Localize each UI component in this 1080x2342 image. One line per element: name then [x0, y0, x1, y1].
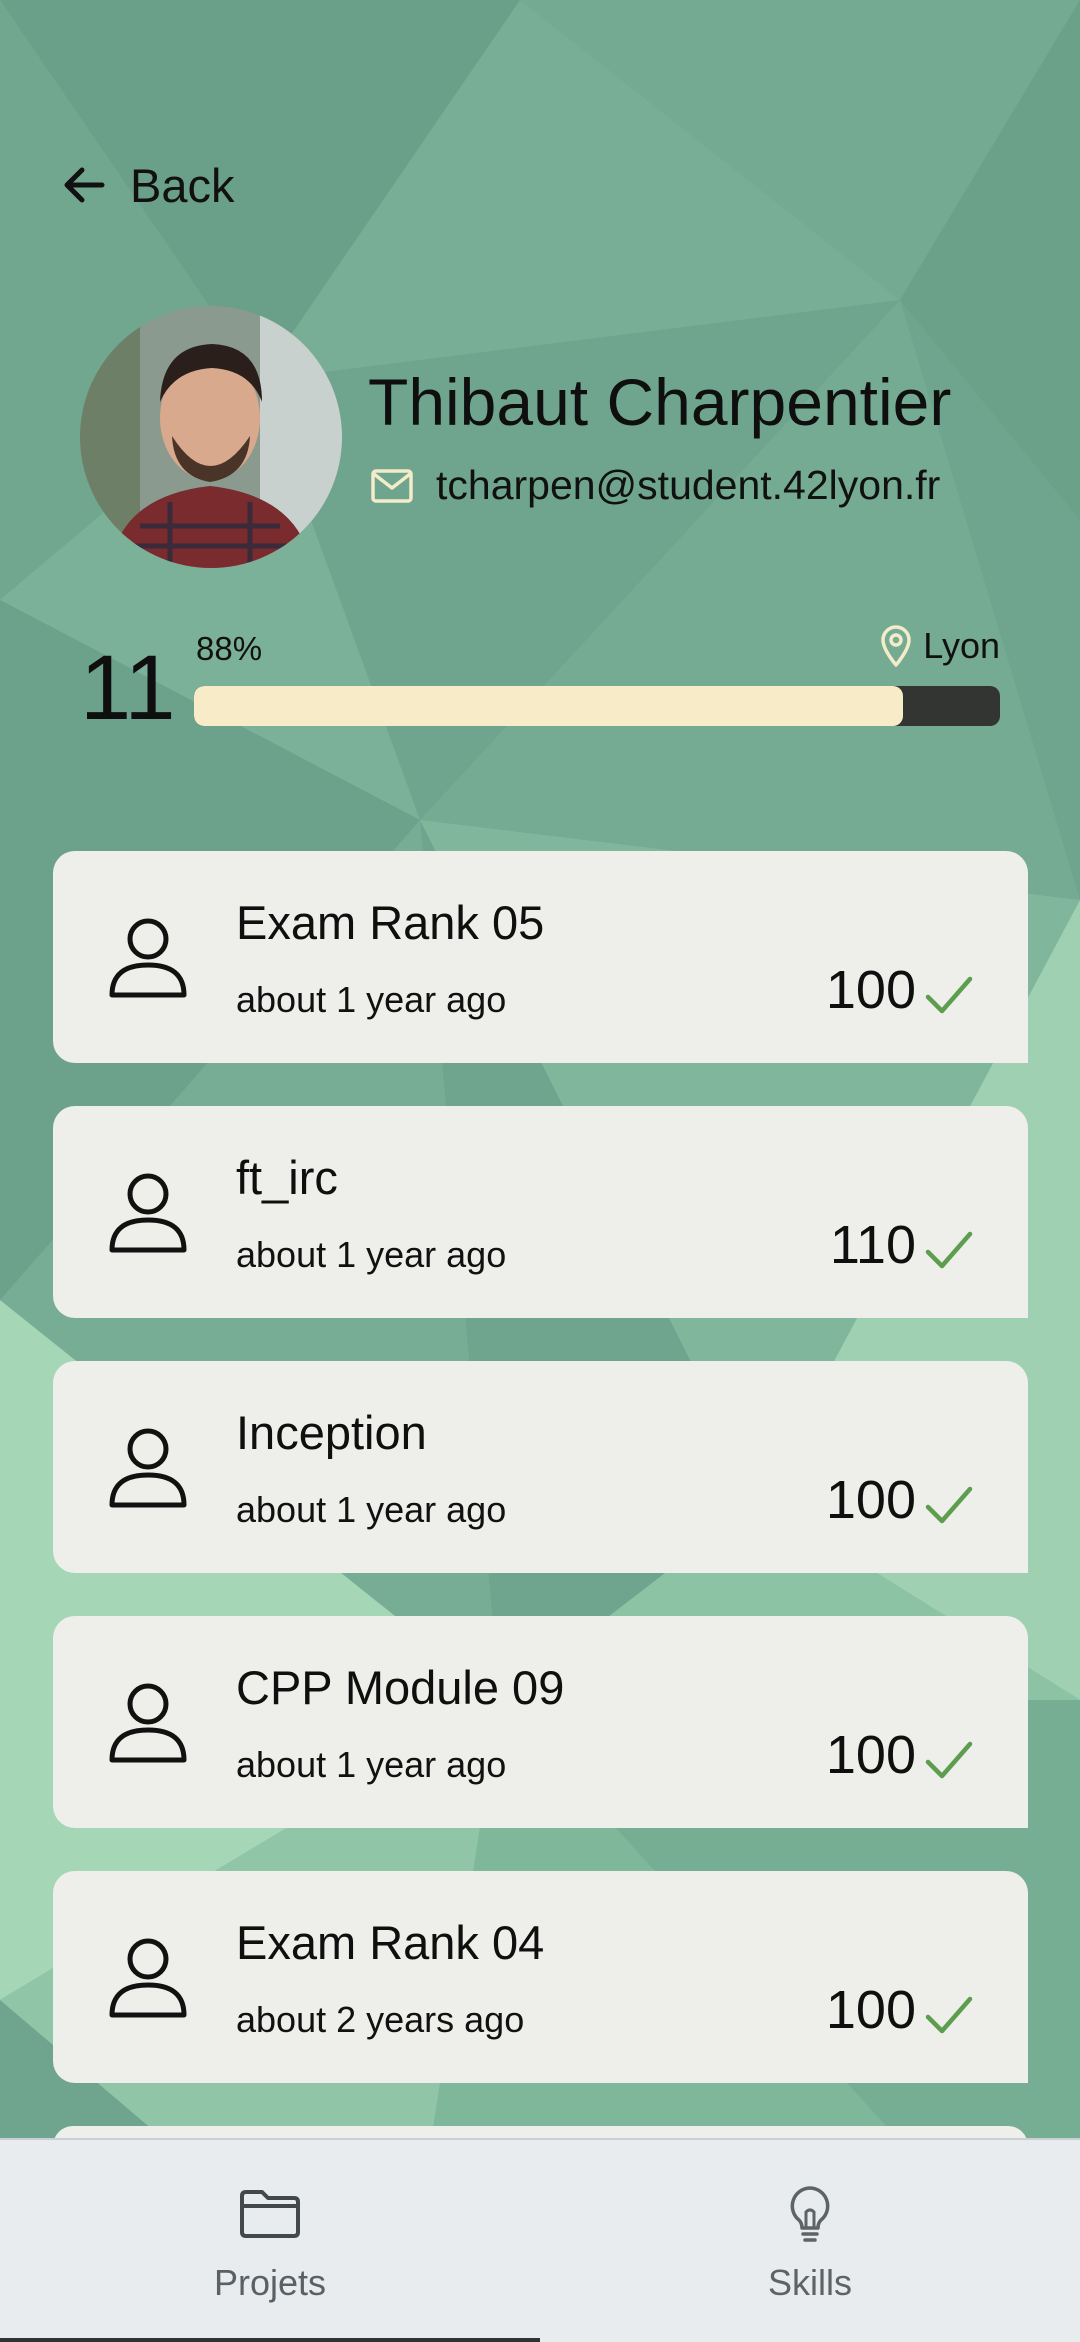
back-button[interactable]: Back [58, 152, 235, 218]
tab-projets[interactable]: Projets [0, 2140, 540, 2342]
user-icon [109, 918, 187, 998]
project-title: Exam Rank 05 [236, 896, 545, 949]
project-time: about 1 year ago [236, 1744, 507, 1785]
check-icon [925, 976, 973, 1014]
profile-email: tcharpen@student.42lyon.fr [436, 462, 941, 508]
check-icon [925, 1231, 973, 1269]
level-progress-bar [194, 686, 1000, 726]
project-score: 110 [829, 1215, 916, 1275]
folder-icon [240, 2190, 300, 2238]
avatar [80, 306, 342, 568]
location-label: Lyon [923, 625, 1000, 666]
project-time: about 2 years ago [236, 1999, 525, 2040]
project-time: about 1 year ago [236, 1234, 507, 1275]
project-title: ft_irc [236, 1151, 338, 1204]
project-title: CPP Module 09 [236, 1661, 565, 1714]
project-score: 100 [825, 960, 916, 1020]
projects-list[interactable]: Exam Rank 05 about 1 year ago 100 ft_irc… [53, 851, 1028, 2146]
profile-name: Thibaut Charpentier [368, 365, 952, 439]
email-row: tcharpen@student.42lyon.fr [370, 462, 940, 509]
project-title: Exam Rank 04 [236, 1916, 545, 1969]
location: Lyon [879, 624, 1000, 668]
tab-skills[interactable]: Skills [540, 2140, 1080, 2342]
project-time: about 1 year ago [236, 1489, 507, 1530]
level-percent: 88% [196, 630, 263, 667]
project-card[interactable]: Exam Rank 04 about 2 years ago 100 [53, 1871, 1028, 2083]
back-label: Back [130, 158, 235, 212]
check-icon [925, 1486, 973, 1524]
project-score: 100 [825, 1470, 916, 1530]
project-score: 100 [825, 1725, 916, 1785]
check-icon [925, 1741, 973, 1779]
project-score: 100 [825, 1980, 916, 2040]
bottom-nav: Projets Skills [0, 2138, 1080, 2342]
level-number: 11 [80, 637, 176, 739]
project-card[interactable]: Exam Rank 05 about 1 year ago 100 [53, 851, 1028, 1063]
project-card[interactable]: Inception about 1 year ago 100 [53, 1361, 1028, 1573]
user-icon [109, 1938, 187, 2018]
active-tab-indicator [0, 2338, 540, 2342]
user-icon [109, 1428, 187, 1508]
lightbulb-icon [790, 2186, 830, 2242]
project-card[interactable]: CPP Module 09 about 1 year ago 100 [53, 1616, 1028, 1828]
mail-icon [371, 468, 413, 503]
user-icon [109, 1683, 187, 1763]
project-card[interactable]: ft_irc about 1 year ago 110 [53, 1106, 1028, 1318]
tab-skills-label: Skills [767, 2262, 852, 2303]
project-title: Inception [236, 1406, 427, 1459]
map-pin-icon [881, 625, 912, 667]
arrow-left-icon [64, 167, 105, 203]
tab-projets-label: Projets [213, 2262, 327, 2303]
check-icon [925, 1996, 973, 2034]
project-time: about 1 year ago [236, 979, 507, 1020]
user-icon [109, 1173, 187, 1253]
level-progress-fill [194, 686, 904, 726]
